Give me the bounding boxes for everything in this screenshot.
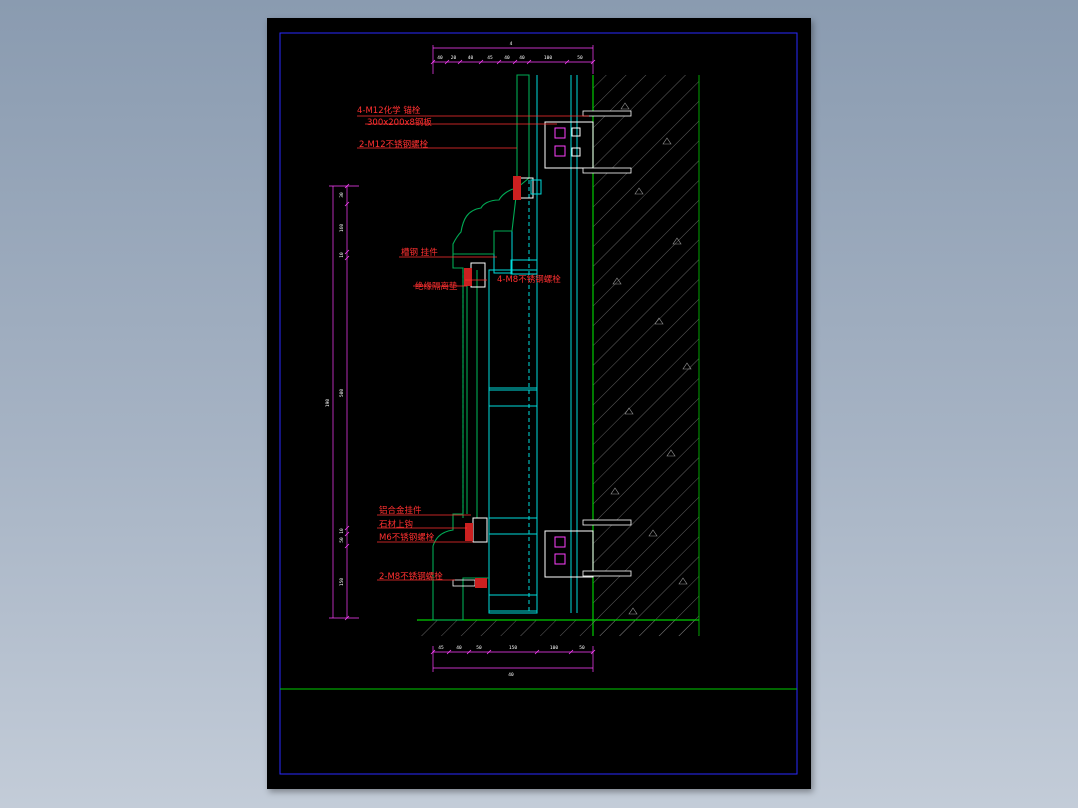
bottom-dimension-value: 50 bbox=[476, 645, 482, 651]
left-dimension-value: 30 bbox=[339, 192, 345, 198]
label-insulation-gasket: 绝缘隔离垫 bbox=[415, 281, 458, 292]
left-dimension-value: 150 bbox=[339, 578, 345, 586]
label-bottom-bolt: 2-M8不锈钢螺栓 bbox=[379, 571, 443, 582]
drawing-frame bbox=[279, 32, 798, 775]
top-dimension-value: 50 bbox=[577, 55, 583, 61]
top-dimension-value: 20 bbox=[451, 55, 457, 61]
facade-section-drawing: 4 40 190 40 20 40 45 40 40 100 50 45 40 50 150 100 5… bbox=[279, 32, 798, 775]
bottom-total-dimension: 40 bbox=[508, 672, 514, 678]
top-dimension-value: 40 bbox=[437, 55, 443, 61]
bottom-dimension-value: 50 bbox=[579, 645, 585, 651]
left-dimension-value: 10 bbox=[339, 528, 345, 534]
bottom-dimension-value: 100 bbox=[550, 645, 558, 651]
stone-cladding bbox=[432, 74, 530, 621]
label-steel-channel: 槽钢 挂件 bbox=[401, 247, 438, 258]
top-total-dimension: 4 bbox=[510, 41, 513, 47]
concrete-wall bbox=[592, 75, 700, 636]
label-stainless-bolt: 2-M12不锈钢螺栓 bbox=[359, 139, 429, 150]
label-embed-plate: 300x200x8钢板 bbox=[367, 117, 432, 128]
label-stone-hook: 4-M8不锈钢螺栓 bbox=[497, 274, 561, 285]
bottom-dimension-value: 45 bbox=[438, 645, 444, 651]
label-stone-upper-hook: 石材上钩 bbox=[379, 519, 413, 530]
top-dimension-value: 100 bbox=[544, 55, 552, 61]
left-dimension-value: 50 bbox=[339, 537, 345, 543]
top-dimension-value: 45 bbox=[487, 55, 493, 61]
top-dimension-value: 40 bbox=[468, 55, 474, 61]
left-dimension-value: 10 bbox=[339, 252, 345, 258]
bottom-dimension-value: 150 bbox=[509, 645, 517, 651]
top-dimension-value: 40 bbox=[504, 55, 510, 61]
drawing-sheet: 4 40 190 40 20 40 45 40 40 100 50 45 40 50 150 100 5… bbox=[267, 18, 811, 789]
label-anchor-bolt: 4-M12化学 锚栓 bbox=[357, 105, 421, 116]
left-dimension-value: 500 bbox=[339, 389, 345, 397]
ground-slab bbox=[417, 619, 699, 636]
bottom-dimension-value: 40 bbox=[456, 645, 462, 651]
label-bracket-bolt: M6不锈钢螺栓 bbox=[379, 532, 435, 543]
left-total-dimension: 190 bbox=[325, 399, 331, 407]
top-dimension-value: 40 bbox=[519, 55, 525, 61]
left-dimension-value: 160 bbox=[339, 224, 345, 232]
label-aluminum-bracket: 铝合金挂件 bbox=[379, 505, 422, 516]
